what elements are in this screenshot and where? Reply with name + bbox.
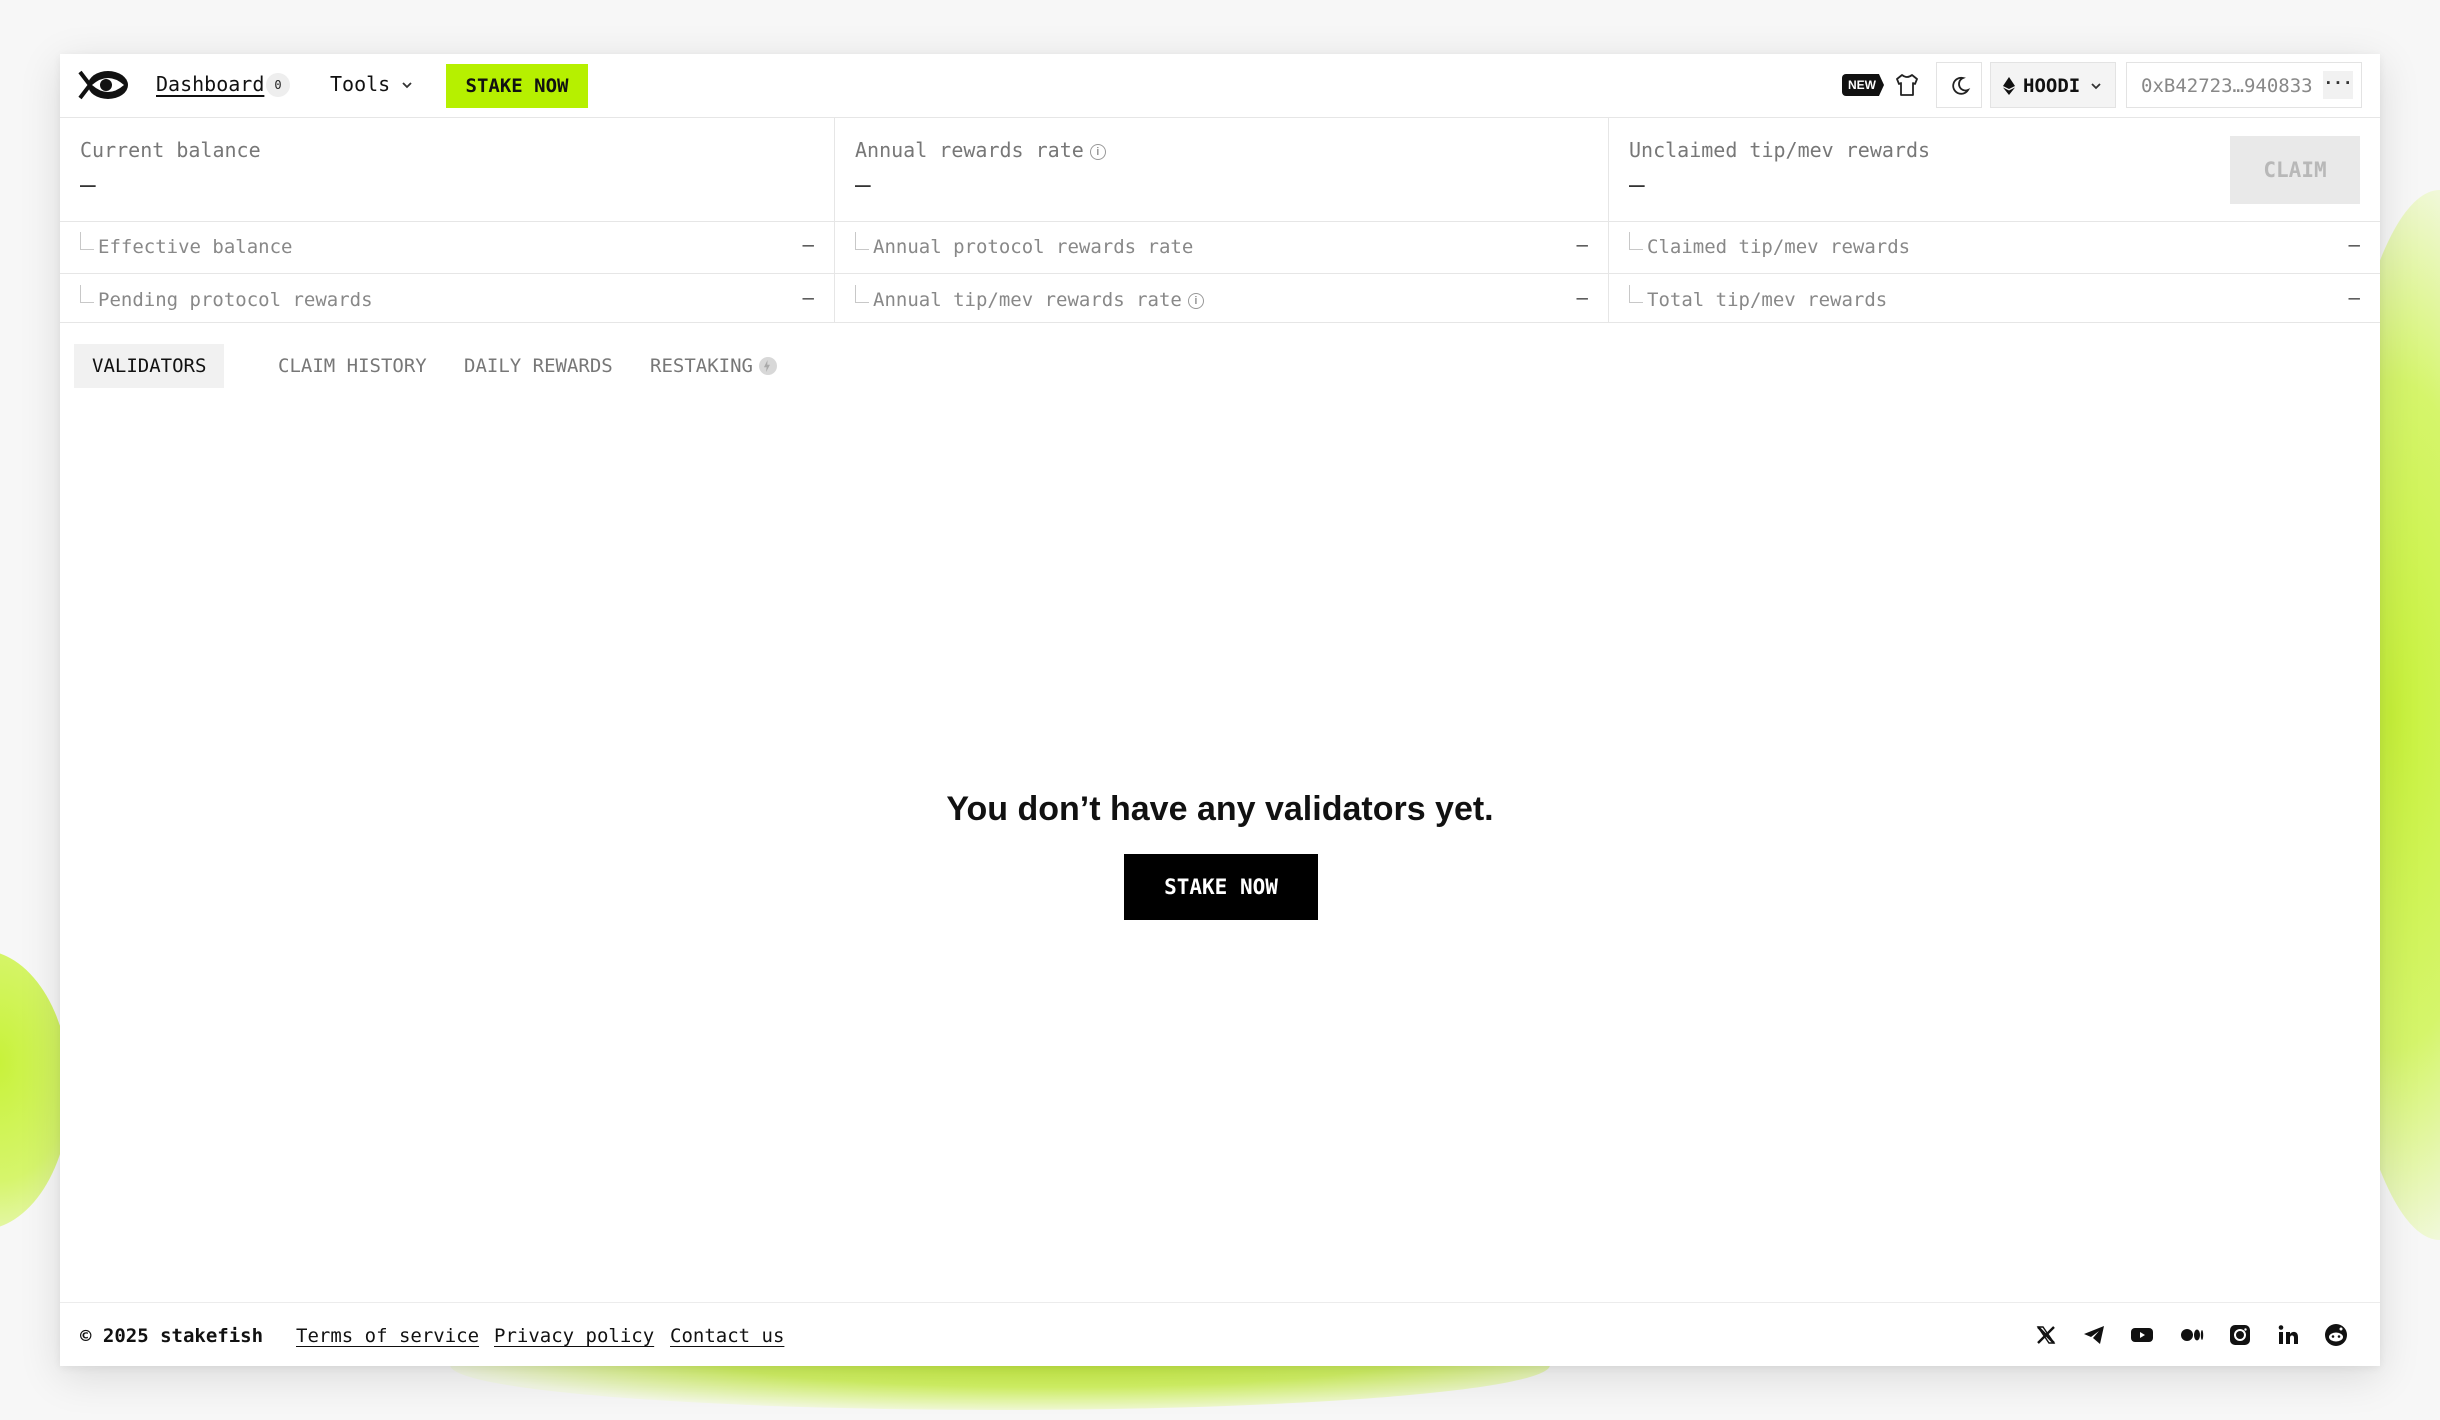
claim-button[interactable]: CLAIM [2230,136,2360,204]
stats-column-rates: Annual rewards rate i — Annual protocol r… [834,118,1608,323]
tab-claim-history[interactable]: CLAIM HISTORY [260,344,445,388]
stat-annual-protocol-rewards-rate: Annual protocol rewards rate – [835,222,1608,274]
stat-annual-tip-mev-rewards-rate: Annual tip/mev rewards rate i – [835,275,1608,327]
stake-now-button[interactable]: STAKE NOW [1124,854,1318,920]
stat-value: – [2348,234,2360,256]
contact-us-link[interactable]: Contact us [670,1325,784,1347]
terms-of-service-link[interactable]: Terms of service [296,1325,479,1347]
top-nav: Dashboard 0 Tools STAKE NOW NEW HOODI 0x… [60,54,2380,118]
network-selector[interactable]: HOODI [1990,62,2116,108]
stat-claimed-tip-mev-rewards: Claimed tip/mev rewards – [1609,222,2380,274]
stat-label: Claimed tip/mev rewards [1647,236,1911,258]
sub-arrow-icon [80,285,94,303]
stat-value: – [2348,287,2360,309]
reddit-icon[interactable] [2324,1323,2348,1347]
stat-label: Annual rewards rate i [855,138,1106,162]
stats-column-tip-mev: Unclaimed tip/mev rewards — CLAIM Claime… [1608,118,2380,323]
stat-unclaimed-tip-mev-rewards: Unclaimed tip/mev rewards — CLAIM [1609,118,2380,222]
stats-column-balance: Current balance — Effective balance – Pe… [60,118,834,323]
stats-panel: Current balance — Effective balance – Pe… [60,118,2380,323]
wallet-address-button[interactable]: 0xB42723…940833 ··· [2126,62,2362,108]
info-icon[interactable]: i [1187,293,1204,309]
stat-label-text: Annual rewards rate [855,138,1084,162]
stat-value: – [802,234,814,256]
tab-restaking[interactable]: RESTAKING [632,344,795,388]
stat-value: — [1629,170,1645,200]
stat-value: — [80,170,96,200]
ethereum-icon [2003,77,2015,95]
stat-effective-balance: Effective balance – [60,222,834,274]
theme-toggle-button[interactable] [1936,62,1982,108]
sub-arrow-icon [1629,285,1643,303]
network-label: HOODI [2023,75,2081,97]
privacy-policy-link[interactable]: Privacy policy [494,1325,654,1347]
moon-icon [1952,76,1971,95]
tab-daily-rewards[interactable]: DAILY REWARDS [446,344,631,388]
dashboard-count-badge: 0 [266,73,290,97]
youtube-icon[interactable] [2130,1323,2154,1347]
stat-pending-protocol-rewards: Pending protocol rewards – [60,275,834,327]
sub-arrow-icon [80,232,94,250]
stat-label: Annual tip/mev rewards rate i [873,289,1204,311]
stat-total-tip-mev-rewards: Total tip/mev rewards – [1609,275,2380,327]
stakefish-logo-icon[interactable] [78,68,132,102]
chevron-down-icon [2091,83,2101,90]
stat-value: – [1576,287,1588,309]
stat-current-balance: Current balance — [60,118,834,222]
stat-annual-rewards-rate: Annual rewards rate i — [835,118,1608,222]
app-window: Dashboard 0 Tools STAKE NOW NEW HOODI 0x… [60,54,2380,1366]
tab-validators[interactable]: VALIDATORS [74,344,225,388]
linkedin-icon[interactable] [2276,1323,2300,1347]
stat-label-text: Annual tip/mev rewards rate [873,289,1182,311]
sub-arrow-icon [855,285,869,303]
more-options-icon[interactable]: ··· [2323,71,2353,99]
empty-state-title: You don’t have any validators yet. [946,790,1494,828]
stat-value: — [855,170,871,200]
stat-label: Total tip/mev rewards [1647,289,1888,311]
medium-icon[interactable] [2180,1323,2204,1347]
wallet-address: 0xB42723…940833 [2141,75,2313,97]
footer: © 2025 stakefish Terms of service Privac… [60,1302,2380,1366]
sub-arrow-icon [1629,232,1643,250]
nav-dashboard-link[interactable]: Dashboard [156,72,264,96]
stat-label: Current balance [80,138,261,162]
instagram-icon[interactable] [2228,1323,2252,1347]
info-icon[interactable]: i [1089,144,1106,160]
stat-label: Pending protocol rewards [98,289,373,311]
chevron-down-icon[interactable] [400,78,414,92]
stat-label: Effective balance [98,236,293,258]
stat-label: Annual protocol rewards rate [873,236,1194,258]
shirt-icon[interactable] [1892,70,1922,100]
stat-value: – [802,287,814,309]
stat-label: Unclaimed tip/mev rewards [1629,138,1931,162]
new-badge: NEW [1842,74,1884,96]
sub-arrow-icon [855,232,869,250]
x-icon[interactable] [2034,1323,2058,1347]
tab-restaking-label: RESTAKING [650,355,753,377]
copyright: © 2025 stakefish [80,1325,264,1347]
telegram-icon[interactable] [2082,1323,2106,1347]
nav-tools-menu[interactable]: Tools [330,72,390,96]
stake-now-header-button[interactable]: STAKE NOW [446,64,588,108]
stat-value: – [1576,234,1588,256]
lightning-icon [758,357,777,375]
